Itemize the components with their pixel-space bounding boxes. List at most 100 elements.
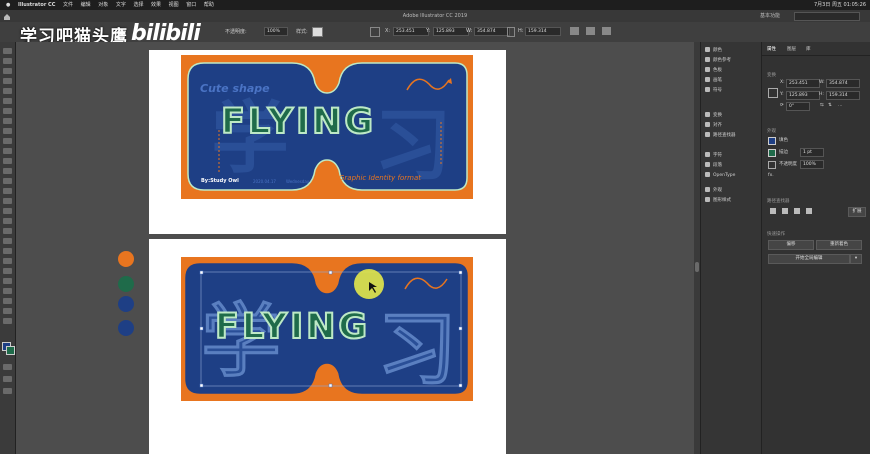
artboard-1[interactable]: 学 习 Cute shape FLYING By:Study Owl 2020.…: [149, 50, 506, 234]
artboard-tool-icon[interactable]: [3, 288, 12, 294]
minus-front-icon[interactable]: [782, 208, 788, 214]
panel-symbols[interactable]: 符号: [705, 87, 722, 95]
swatch-blue[interactable]: [118, 320, 134, 336]
tab-libraries[interactable]: 库: [806, 46, 811, 52]
pencil-icon[interactable]: [3, 148, 12, 154]
scrollbar-thumb[interactable]: [695, 262, 699, 272]
recolor-icon[interactable]: [602, 27, 611, 35]
graph-tool-icon[interactable]: [3, 278, 12, 284]
slice-tool-icon[interactable]: [3, 298, 12, 304]
menu-select[interactable]: 选择: [133, 0, 143, 10]
app-menu[interactable]: Illustrator CC: [18, 0, 55, 10]
swatch-navy[interactable]: [118, 296, 134, 312]
apple-menu[interactable]: ●: [6, 0, 10, 10]
h-field[interactable]: 159.314: [525, 27, 561, 36]
menu-effect[interactable]: 效果: [151, 0, 161, 10]
search-stock-input[interactable]: [794, 12, 860, 21]
y-field[interactable]: 125.893: [433, 27, 469, 36]
panel-align[interactable]: 对齐: [705, 122, 722, 130]
prop-y-field[interactable]: 125.893: [786, 91, 820, 100]
exclude-icon[interactable]: [806, 208, 812, 214]
free-transform-icon[interactable]: [3, 198, 12, 204]
panel-paragraph[interactable]: 段落: [705, 162, 722, 170]
more-options-icon[interactable]: …: [838, 103, 843, 108]
menu-help[interactable]: 帮助: [204, 0, 214, 10]
selection-tool-icon[interactable]: [3, 48, 12, 54]
tab-properties[interactable]: 属性: [767, 46, 776, 52]
hand-tool-icon[interactable]: [3, 308, 12, 314]
panel-pathfinder[interactable]: 路径查找器: [705, 132, 736, 140]
artboard-2[interactable]: 学 习 FLYING: [149, 239, 506, 454]
rectangle-tool-icon[interactable]: [3, 128, 12, 134]
isolate-icon[interactable]: [586, 27, 595, 35]
canvas[interactable]: 学 习 Cute shape FLYING By:Study Owl 2020.…: [16, 42, 694, 454]
blend-tool-icon[interactable]: [3, 258, 12, 264]
symbol-sprayer-icon[interactable]: [3, 268, 12, 274]
flip-vertical-icon[interactable]: ⇅: [828, 103, 832, 108]
align-icon[interactable]: [370, 27, 380, 37]
intersect-icon[interactable]: [794, 208, 800, 214]
panel-appearance[interactable]: 外观: [705, 187, 722, 195]
w-field[interactable]: 354.874: [474, 27, 510, 36]
start-global-edit-button[interactable]: 开始全局编辑: [768, 254, 850, 264]
fx-button[interactable]: fx.: [768, 173, 774, 178]
prop-x-field[interactable]: 253.451: [786, 79, 820, 88]
tab-layers[interactable]: 图层: [787, 46, 796, 52]
menu-window[interactable]: 窗口: [186, 0, 196, 10]
workspace-switcher[interactable]: 基本功能: [760, 10, 780, 22]
draw-mode-icon[interactable]: [3, 364, 12, 370]
swatch-green[interactable]: [118, 276, 134, 292]
gradient-tool-icon[interactable]: [3, 238, 12, 244]
panel-opentype[interactable]: OpenType: [705, 172, 735, 180]
rotate-tool-icon[interactable]: [3, 168, 12, 174]
x-field[interactable]: 253.451: [393, 27, 429, 36]
menu-edit[interactable]: 编辑: [81, 0, 91, 10]
menu-file[interactable]: 文件: [63, 0, 73, 10]
fill-swatch[interactable]: [768, 137, 776, 145]
eraser-icon[interactable]: [3, 158, 12, 164]
opacity-field[interactable]: 100%: [264, 27, 288, 36]
menu-object[interactable]: 对象: [98, 0, 108, 10]
opacity-field[interactable]: 100%: [800, 160, 824, 169]
lasso-icon[interactable]: [3, 78, 12, 84]
mesh-tool-icon[interactable]: [3, 228, 12, 234]
shape-builder-icon[interactable]: [3, 208, 12, 214]
panel-graphic-styles[interactable]: 图形样式: [705, 197, 731, 205]
flip-horizontal-icon[interactable]: ⇆: [820, 103, 824, 108]
width-tool-icon[interactable]: [3, 188, 12, 194]
panel-color[interactable]: 颜色: [705, 47, 722, 55]
type-tool-icon[interactable]: [3, 108, 12, 114]
pen-tool-icon[interactable]: [3, 88, 12, 94]
panel-swatches[interactable]: 色板: [705, 67, 722, 75]
panel-brushes[interactable]: 画笔: [705, 77, 722, 85]
line-tool-icon[interactable]: [3, 118, 12, 124]
reference-point-icon[interactable]: [768, 88, 778, 98]
offset-path-button[interactable]: 偏移: [768, 240, 814, 250]
paintbrush-icon[interactable]: [3, 138, 12, 144]
home-icon[interactable]: [4, 13, 10, 20]
prop-w-field[interactable]: 354.874: [826, 79, 860, 88]
perspective-icon[interactable]: [3, 218, 12, 224]
screen-mode-icon[interactable]: [3, 376, 12, 382]
edit-toolbar-icon[interactable]: [3, 388, 12, 394]
panel-color-guide[interactable]: 颜色参考: [705, 57, 731, 65]
panel-transform[interactable]: 变换: [705, 112, 722, 120]
scale-tool-icon[interactable]: [3, 178, 12, 184]
zoom-tool-icon[interactable]: [3, 318, 12, 324]
eyedropper-icon[interactable]: [3, 248, 12, 254]
stroke-weight-field[interactable]: 1 pt: [800, 148, 824, 157]
curvature-icon[interactable]: [3, 98, 12, 104]
menu-view[interactable]: 视图: [169, 0, 179, 10]
transform-icon[interactable]: [570, 27, 579, 35]
panel-character[interactable]: 字符: [705, 152, 722, 160]
link-icon[interactable]: [507, 27, 515, 37]
style-swatch[interactable]: [312, 27, 323, 37]
swatch-orange[interactable]: [118, 251, 134, 267]
menu-type[interactable]: 文字: [116, 0, 126, 10]
unite-icon[interactable]: [770, 208, 776, 214]
direct-selection-tool-icon[interactable]: [3, 58, 12, 64]
recolor-button[interactable]: 重新着色: [816, 240, 862, 250]
prop-h-field[interactable]: 159.314: [826, 91, 860, 100]
prop-angle-field[interactable]: 0°: [786, 102, 810, 111]
expand-button[interactable]: 扩展: [848, 207, 866, 217]
